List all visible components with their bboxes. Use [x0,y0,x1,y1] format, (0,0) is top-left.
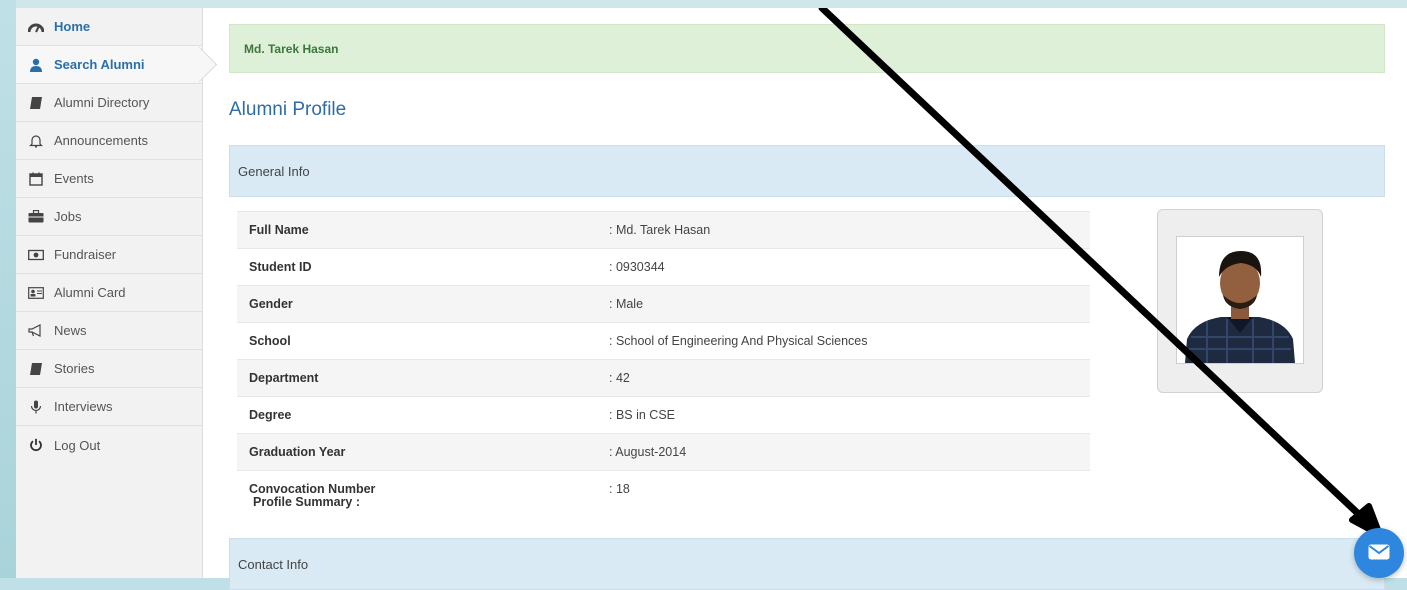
field-value: : Md. Tarek Hasan [597,211,1090,249]
briefcase-icon [28,209,44,225]
sidebar-item-fundraiser[interactable]: Fundraiser [16,236,202,274]
profile-summary-label: Profile Summary : [253,495,360,509]
sidebar-item-alumni-card[interactable]: Alumni Card [16,274,202,312]
table-row: Department : 42 [237,359,1090,397]
sidebar-item-alumni-directory[interactable]: Alumni Directory [16,84,202,122]
sidebar-item-search-alumni[interactable]: Search Alumni [16,46,202,84]
table-row: Full Name : Md. Tarek Hasan [237,211,1090,249]
sidebar: Home Search Alumni Alumni Directory Anno… [16,8,203,578]
table-row: Graduation Year : August-2014 [237,433,1090,471]
table-row: Gender : Male [237,285,1090,323]
field-label: Department [237,359,597,397]
table-row: Degree : BS in CSE [237,396,1090,434]
sidebar-item-stories[interactable]: Stories [16,350,202,388]
field-value: : Male [597,285,1090,323]
general-info-table: Full Name : Md. Tarek Hasan Student ID :… [237,211,1090,507]
money-icon [28,247,44,263]
field-value: : 18 [597,470,1090,507]
sidebar-item-label: News [54,323,87,338]
field-label: Student ID [237,248,597,286]
sidebar-item-label: Events [54,171,94,186]
book-icon [28,95,44,111]
power-icon [28,437,44,453]
field-label: Full Name [237,211,597,249]
sidebar-item-label: Log Out [54,437,101,453]
id-card-icon [28,285,44,301]
general-info-header: General Info [229,145,1385,197]
bell-icon [28,133,44,149]
sidebar-item-label: Search Alumni [54,57,145,72]
sidebar-item-label: Interviews [54,399,113,414]
profile-photo-frame [1157,209,1323,393]
contact-info-header: Contact Info [229,538,1385,590]
sidebar-item-home[interactable]: Home [16,8,202,46]
field-value: : 0930344 [597,248,1090,286]
page-frame: Home Search Alumni Alumni Directory Anno… [16,0,1407,590]
sidebar-item-jobs[interactable]: Jobs [16,198,202,236]
message-button[interactable] [1354,528,1404,578]
main-content: Md. Tarek Hasan Alumni Profile General I… [229,24,1385,514]
book-icon [28,361,44,377]
sidebar-item-label: Stories [54,361,95,376]
user-name: Md. Tarek Hasan [244,41,339,56]
sidebar-item-label: Fundraiser [54,247,117,262]
general-info-panel: Full Name : Md. Tarek Hasan Student ID :… [229,197,1385,514]
table-row: Convocation Number : 18 [237,470,1090,507]
sidebar-item-label: Home [54,19,91,34]
microphone-icon [28,399,44,415]
field-value: : School of Engineering And Physical Sci… [597,322,1090,360]
sidebar-item-log-out[interactable]: Log Out [16,426,202,464]
sidebar-item-events[interactable]: Events [16,160,202,198]
profile-photo [1176,236,1304,364]
sidebar-item-label: Announcements [54,133,148,148]
envelope-icon [1368,544,1390,563]
dashboard-icon [28,19,44,35]
table-row: Student ID : 0930344 [237,248,1090,286]
field-value: : 42 [597,359,1090,397]
contact-info-title: Contact Info [238,556,309,572]
field-label: School [237,322,597,360]
sidebar-item-label: Alumni Card [54,285,126,300]
field-value: : BS in CSE [597,396,1090,434]
bullhorn-icon [28,323,44,339]
field-label: Graduation Year [237,433,597,471]
sidebar-item-interviews[interactable]: Interviews [16,388,202,426]
sidebar-item-label: Jobs [54,209,82,224]
table-row: School : School of Engineering And Physi… [237,322,1090,360]
sidebar-item-announcements[interactable]: Announcements [16,122,202,160]
sidebar-item-label: Alumni Directory [54,95,150,110]
user-icon [28,57,44,73]
sidebar-item-news[interactable]: News [16,312,202,350]
general-info-title: General Info [238,163,310,179]
field-label: Gender [237,285,597,323]
calendar-icon [28,171,44,187]
page-title: Alumni Profile [229,99,347,120]
field-label: Degree [237,396,597,434]
user-name-banner: Md. Tarek Hasan [229,24,1385,73]
field-value: : August-2014 [597,433,1090,471]
